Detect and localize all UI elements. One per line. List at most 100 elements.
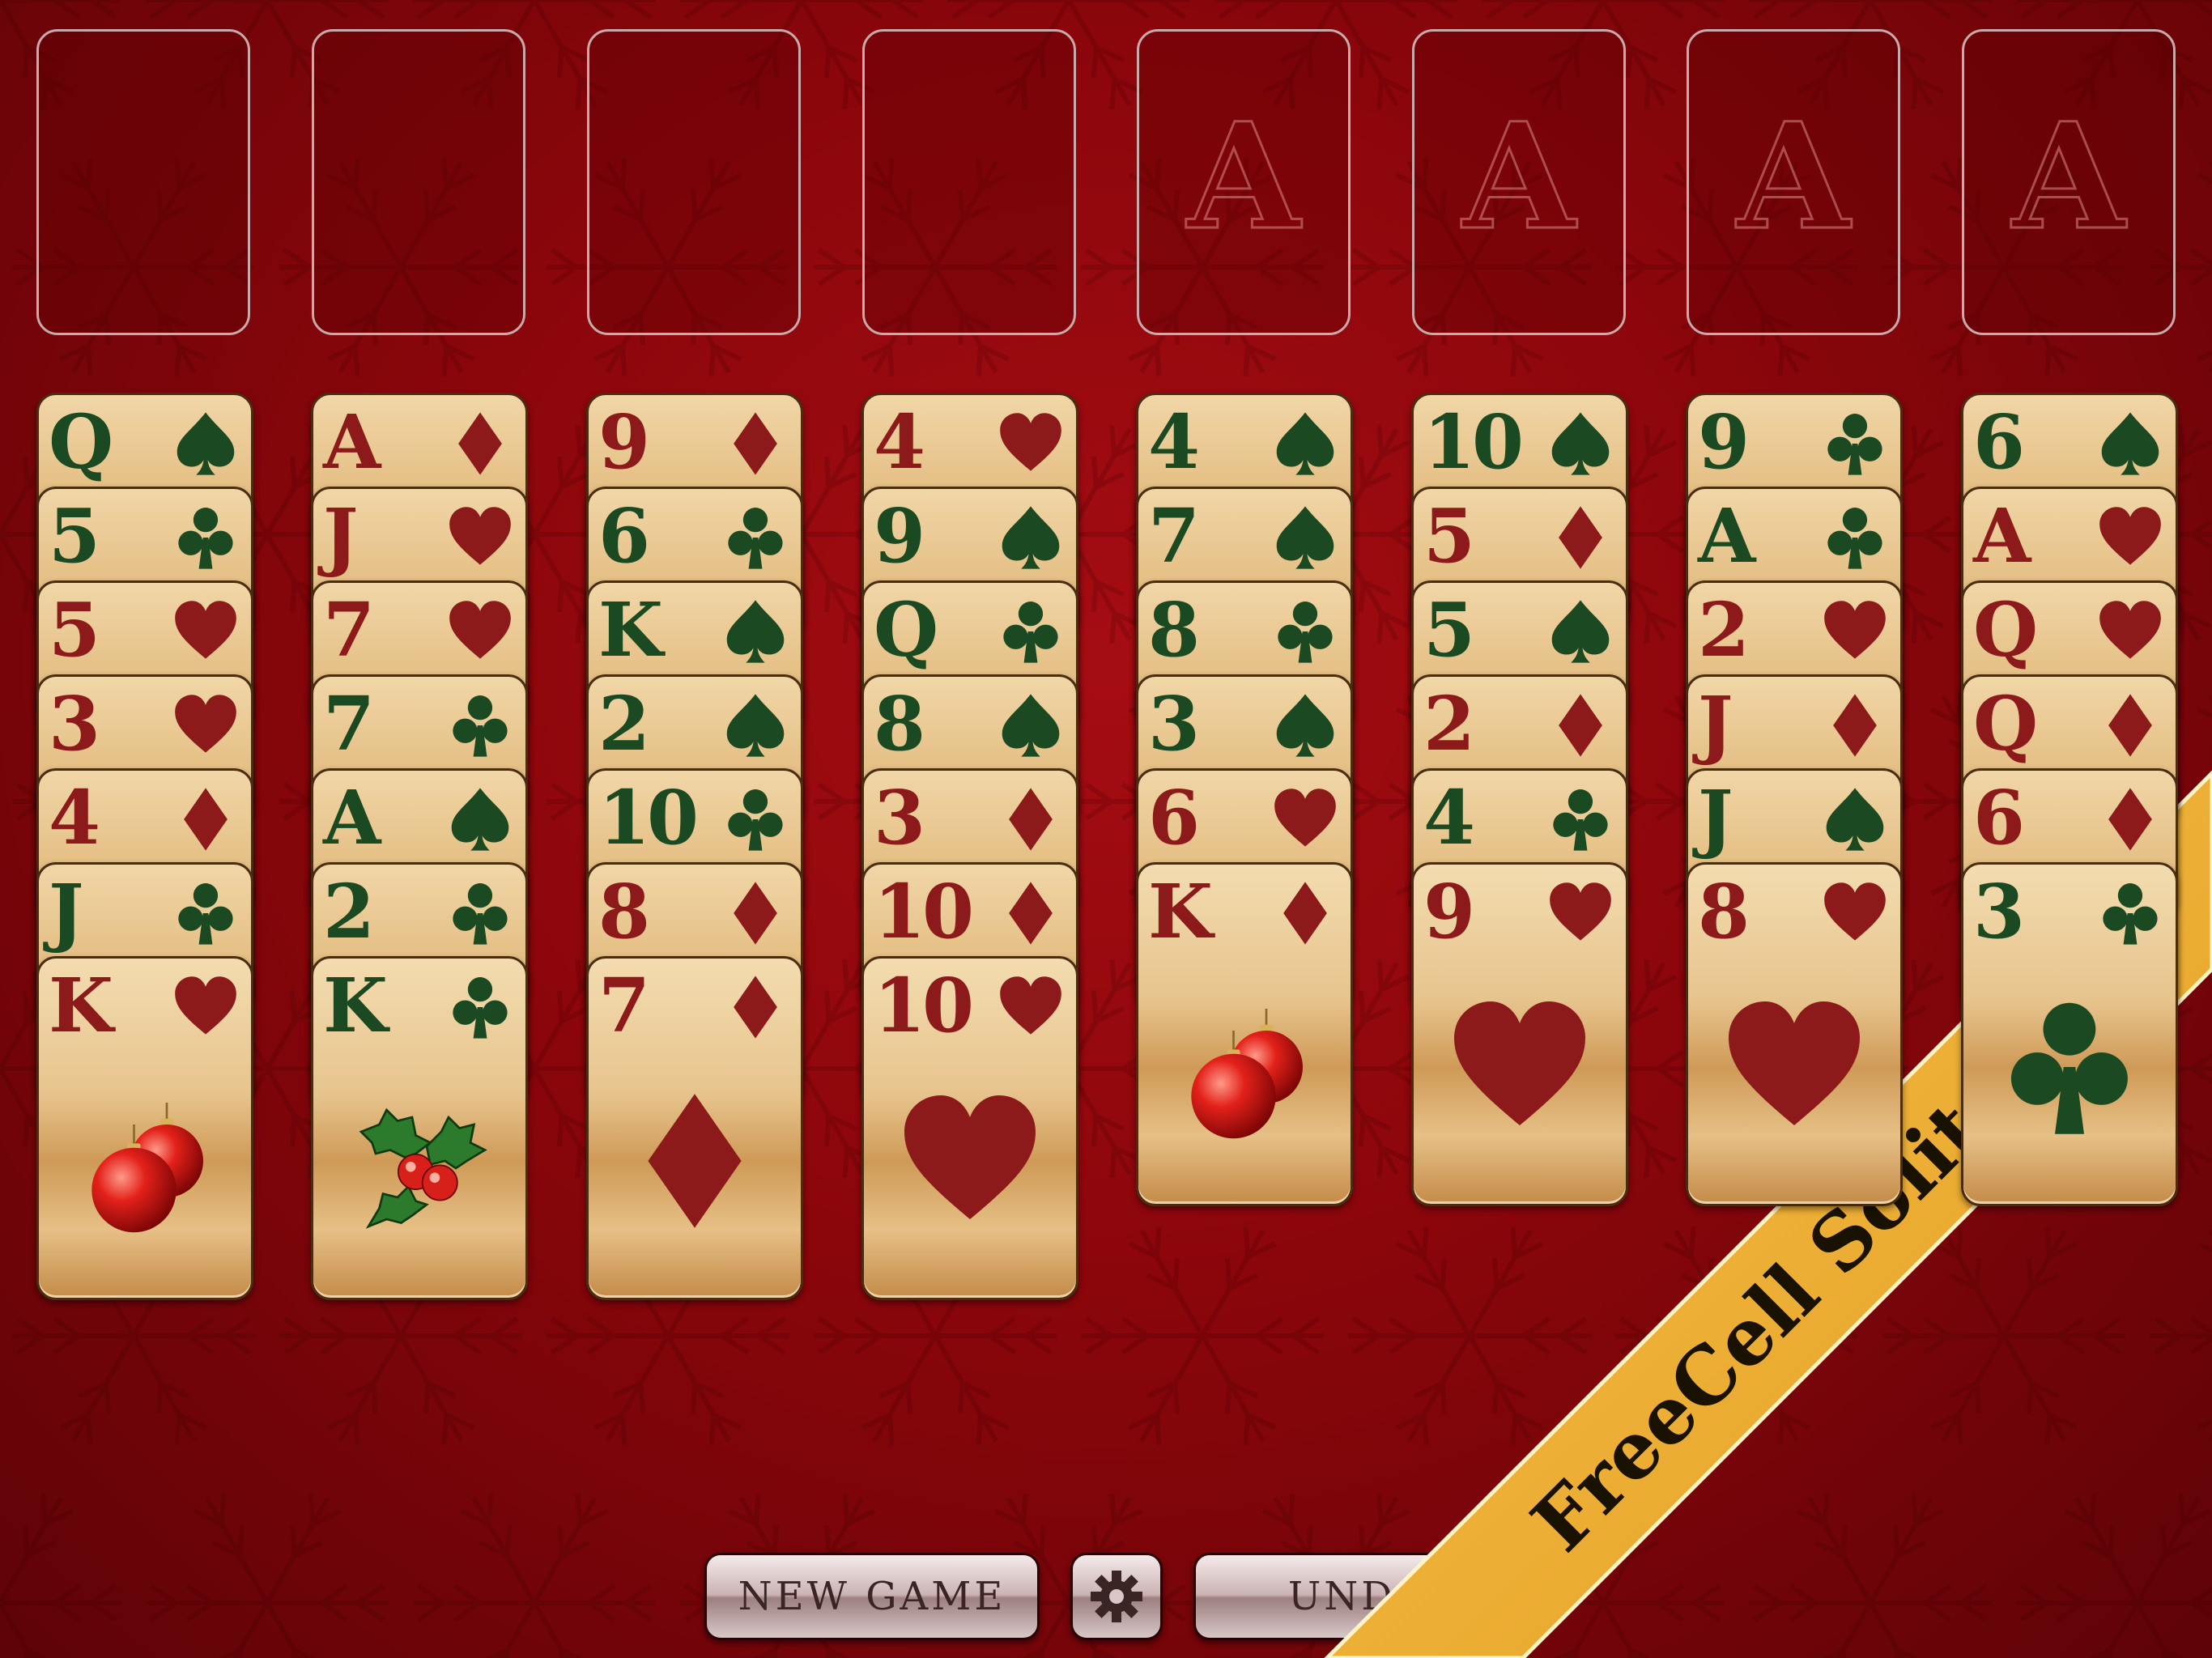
heart-icon [1000,976,1061,1035]
heart-icon [1824,882,1886,941]
foundation-placeholder-label: A [1186,91,1302,262]
playing-card[interactable]: 8 [1686,862,1903,1206]
card-rank: J [1698,680,1733,767]
card-rank: 9 [1423,868,1475,955]
snowflake-shape [2150,1229,2212,1443]
undo-button[interactable]: UNDO [1193,1553,1525,1640]
diamond-icon [648,1094,742,1228]
playing-card[interactable]: K [1136,862,1353,1206]
club-icon [728,508,783,569]
playing-card[interactable]: K [36,956,253,1300]
club-icon [453,977,508,1039]
diamond-icon [458,412,502,475]
card-rank: 8 [1148,586,1200,674]
card-rank: K [598,586,663,674]
spade-icon [2101,412,2159,475]
playing-card[interactable]: K [311,956,528,1300]
card-rank: 7 [598,962,650,1049]
diamond-icon [1559,694,1602,757]
club-icon [178,508,233,569]
card-rank: 3 [1973,868,2025,955]
free-cell[interactable] [862,29,1076,335]
club-icon [1278,602,1333,663]
heart-icon [175,601,236,659]
card-rank: Q [1973,586,2038,674]
foundation-slot[interactable]: A [1412,29,1626,335]
card-rank: A [323,774,381,861]
playing-card[interactable]: 10 [861,956,1078,1300]
heart-icon [175,976,236,1035]
card-rank: 4 [1148,398,1200,486]
card-rank: 8 [874,680,925,767]
club-icon [1827,414,1882,475]
playing-card[interactable]: 9 [1411,862,1628,1206]
diamond-icon [1283,882,1327,945]
foundation-slot[interactable]: A [1687,29,1900,335]
diamond-icon [1009,788,1053,851]
heart-icon [1729,1001,1860,1125]
club-icon [453,883,508,945]
card-rank: 6 [1973,774,2025,861]
foundation-placeholder-label: A [1461,91,1577,262]
club-icon [1003,602,1058,663]
card-rank: 7 [1148,492,1200,580]
diamond-icon [2108,694,2152,757]
card-rank: 9 [598,398,650,486]
card-rank: 7 [323,680,375,767]
heart-icon [449,601,511,659]
free-cell[interactable] [36,29,250,335]
card-rank: 3 [1148,680,1200,767]
card-rank: A [1973,492,2031,580]
club-icon [178,883,233,945]
card-rank: A [1698,492,1755,580]
snowflake-shape [1882,1226,2125,1446]
settings-button[interactable] [1070,1553,1163,1640]
card-rank: 7 [323,586,375,674]
spade-icon [1002,694,1060,757]
spade-icon [1276,506,1334,569]
diamond-icon [2108,788,2152,851]
playing-card[interactable]: 7 [586,956,803,1300]
club-icon [453,695,508,757]
card-rank: 3 [49,680,100,767]
new-game-button[interactable]: NEW GAME [704,1553,1040,1640]
free-cell[interactable] [312,29,525,335]
diamond-icon [734,976,777,1039]
gear-icon [1091,1571,1142,1622]
club-icon [728,789,783,851]
holly-icon [359,1107,487,1229]
heart-icon [175,695,236,753]
foundation-slot[interactable]: A [1137,29,1351,335]
card-rank: K [323,962,388,1049]
snowflake-shape [413,1493,656,1658]
card-rank: 4 [49,774,100,861]
spade-icon [451,788,509,851]
snowflake-shape [1348,1226,1591,1446]
heart-icon [2099,601,2161,659]
diamond-icon [734,882,777,945]
heart-icon [1274,789,1336,847]
free-cell[interactable] [587,29,801,335]
foundation-slot[interactable]: A [1962,29,2176,335]
card-rank: 5 [1423,492,1475,580]
card-rank: Q [874,586,938,674]
card-rank: 9 [1698,398,1750,486]
diamond-icon [184,788,228,851]
card-rank: K [1148,868,1213,955]
card-rank: 8 [1698,868,1750,955]
card-rank: 2 [323,868,375,955]
card-rank: 5 [49,586,100,674]
spade-icon [1276,412,1334,475]
playing-card[interactable]: 3 [1961,862,2178,1206]
card-rank: 10 [874,962,974,1049]
diamond-icon [734,412,777,475]
card-rank: 10 [1423,398,1524,486]
card-rank: J [49,868,83,955]
spade-icon [1551,412,1610,475]
diamond-icon [1559,506,1602,569]
club-icon [2103,883,2158,945]
snowflake-shape [1749,1493,1992,1658]
card-rank: Q [49,398,113,486]
spade-icon [1276,694,1334,757]
spade-icon [177,412,235,475]
